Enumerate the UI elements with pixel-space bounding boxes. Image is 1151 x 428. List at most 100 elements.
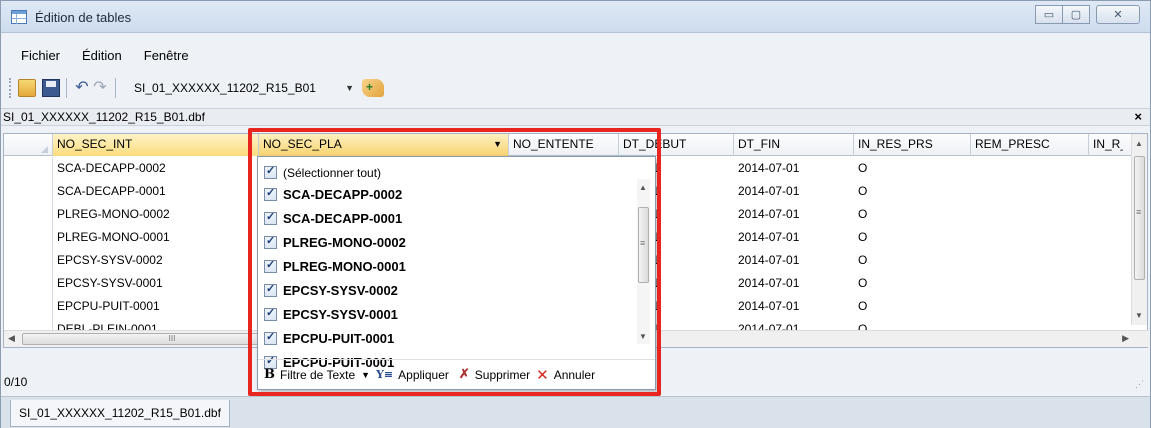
filter-value-item[interactable]: EPCSY-SYSV-0001 xyxy=(258,302,638,326)
table-cell[interactable]: EPCPU-PUIT-0001 xyxy=(53,295,259,318)
text-filter-dropdown[interactable]: B Filtre de Texte ▼ xyxy=(264,367,370,382)
column-header-dt-fin[interactable]: DT_FIN xyxy=(734,134,854,156)
table-cell[interactable] xyxy=(971,180,1089,203)
table-cell[interactable]: O xyxy=(854,226,971,249)
table-cell[interactable] xyxy=(1089,180,1123,203)
row-header[interactable] xyxy=(4,272,53,295)
filter-value-item[interactable]: EPCSY-SYSV-0002 xyxy=(258,278,638,302)
column-header-in-res-prs[interactable]: IN_RES_PRS xyxy=(854,134,971,156)
open-folder-icon[interactable] xyxy=(18,79,36,97)
menu-fichier[interactable]: Fichier xyxy=(11,44,70,68)
table-cell[interactable]: PLREG-MONO-0001 xyxy=(53,226,259,249)
checkbox-checked-icon[interactable] xyxy=(264,330,277,345)
table-cell[interactable] xyxy=(1089,226,1123,249)
table-cell[interactable]: 2014-07-01 xyxy=(734,249,854,272)
row-header[interactable] xyxy=(4,203,53,226)
column-header-dt-debut[interactable]: DT_DEBUT xyxy=(619,134,734,156)
scroll-left-icon[interactable]: ◀ xyxy=(8,333,15,344)
filter-value-item[interactable]: SCA-DECAPP-0001 xyxy=(258,206,638,230)
row-header[interactable] xyxy=(4,180,53,203)
table-cell[interactable] xyxy=(1089,295,1123,318)
row-header[interactable] xyxy=(4,249,53,272)
table-cell[interactable]: 2014-07-01 xyxy=(734,157,854,180)
scroll-up-icon[interactable]: ▲ xyxy=(1135,139,1143,148)
column-header-no-sec-int[interactable]: NO_SEC_INT xyxy=(53,134,259,156)
table-cell[interactable] xyxy=(971,295,1089,318)
menu-edition[interactable]: Édition xyxy=(72,44,132,68)
select-all-checkbox[interactable]: (Sélectionner tout) xyxy=(258,163,638,182)
filter-list-scrollbar[interactable]: ▲ ▼ xyxy=(637,179,650,344)
table-cell[interactable] xyxy=(971,157,1089,180)
grid-corner[interactable] xyxy=(4,134,53,156)
scroll-down-icon[interactable]: ▼ xyxy=(1135,311,1143,320)
table-cell[interactable]: SCA-DECAPP-0001 xyxy=(53,180,259,203)
scroll-up-icon[interactable]: ▲ xyxy=(639,183,647,192)
checkbox-checked-icon[interactable] xyxy=(264,234,277,249)
table-cell[interactable]: O xyxy=(854,272,971,295)
table-cell[interactable]: 2014-07-01 xyxy=(734,295,854,318)
checkbox-checked-icon[interactable] xyxy=(264,164,277,179)
menu-fenetre[interactable]: Fenêtre xyxy=(134,44,199,68)
scrollbar-thumb[interactable] xyxy=(638,207,649,283)
column-header-in-r[interactable]: IN_R_ xyxy=(1089,134,1123,156)
row-header[interactable] xyxy=(4,295,53,318)
row-header[interactable] xyxy=(4,157,53,180)
minimize-button[interactable]: ▭ xyxy=(1035,5,1063,24)
apply-button[interactable]: Y≡ Appliquer xyxy=(376,368,449,382)
column-header-no-sec-pla[interactable]: NO_SEC_PLA ▼ xyxy=(259,134,509,156)
cancel-button[interactable]: ✕ Annuler xyxy=(536,366,595,384)
table-cell[interactable]: PLREG-MONO-0002 xyxy=(53,203,259,226)
toolbar-separator xyxy=(115,78,116,98)
table-cell[interactable]: EPCSY-SYSV-0002 xyxy=(53,249,259,272)
checkbox-checked-icon[interactable] xyxy=(264,282,277,297)
filter-value-item[interactable]: PLREG-MONO-0002 xyxy=(258,230,638,254)
column-header-no-entente[interactable]: NO_ENTENTE xyxy=(509,134,619,156)
save-icon[interactable] xyxy=(42,79,60,97)
table-cell[interactable] xyxy=(1089,157,1123,180)
filter-value-label: PLREG-MONO-0001 xyxy=(283,258,406,274)
table-select[interactable]: SI_01_XXXXXX_11202_R15_B01 ▼ xyxy=(130,78,360,98)
table-cell[interactable]: 2014-07-01 xyxy=(734,226,854,249)
filter-dropdown-icon[interactable]: ▼ xyxy=(493,139,502,149)
document-tab[interactable]: SI_01_XXXXXX_11202_R15_B01.dbf xyxy=(3,110,205,124)
table-cell[interactable]: O xyxy=(854,180,971,203)
table-cell[interactable] xyxy=(971,249,1089,272)
table-cell[interactable] xyxy=(971,272,1089,295)
table-cell[interactable]: O xyxy=(854,203,971,226)
row-header[interactable] xyxy=(4,226,53,249)
maximize-button[interactable]: ▢ xyxy=(1062,5,1090,24)
table-cell[interactable]: 2014-07-01 xyxy=(734,180,854,203)
table-cell[interactable] xyxy=(1089,203,1123,226)
table-cell[interactable] xyxy=(1089,249,1123,272)
redo-icon[interactable]: ↷ xyxy=(91,79,109,97)
checkbox-checked-icon[interactable] xyxy=(264,258,277,273)
close-document-icon[interactable]: × xyxy=(1134,109,1142,124)
table-cell[interactable]: SCA-DECAPP-0002 xyxy=(53,157,259,180)
checkbox-checked-icon[interactable] xyxy=(264,210,277,225)
filter-value-item[interactable]: EPCPU-PUIT-0001 xyxy=(258,326,638,350)
table-cell[interactable] xyxy=(1089,272,1123,295)
table-cell[interactable]: O xyxy=(854,295,971,318)
close-button[interactable]: ✕ xyxy=(1096,5,1140,24)
table-cell[interactable]: O xyxy=(854,249,971,272)
table-cell[interactable] xyxy=(971,203,1089,226)
resize-grip-icon[interactable]: ⋰ xyxy=(1135,379,1144,390)
table-cell[interactable]: 2014-07-01 xyxy=(734,203,854,226)
table-cell[interactable]: O xyxy=(854,157,971,180)
table-cell[interactable]: EPCSY-SYSV-0001 xyxy=(53,272,259,295)
column-header-rem-presc[interactable]: REM_PRESC xyxy=(971,134,1089,156)
filter-value-item[interactable]: SCA-DECAPP-0002 xyxy=(258,182,638,206)
table-cell[interactable] xyxy=(971,226,1089,249)
vertical-scrollbar[interactable]: ▲ ▼ xyxy=(1131,134,1147,325)
filter-value-item[interactable]: PLREG-MONO-0001 xyxy=(258,254,638,278)
undo-icon[interactable]: ↶ xyxy=(73,79,91,97)
scroll-down-icon[interactable]: ▼ xyxy=(639,332,647,341)
checkbox-checked-icon[interactable] xyxy=(264,186,277,201)
table-cell[interactable]: 2014-07-01 xyxy=(734,272,854,295)
checkbox-checked-icon[interactable] xyxy=(264,306,277,321)
bottom-document-tab[interactable]: SI_01_XXXXXX_11202_R15_B01.dbf xyxy=(10,400,230,427)
scrollbar-thumb[interactable] xyxy=(1134,156,1145,280)
remove-filter-button[interactable]: ✗ Supprimer xyxy=(459,367,530,382)
add-table-icon[interactable] xyxy=(362,79,384,97)
scroll-right-icon[interactable]: ▶ xyxy=(1122,333,1129,344)
